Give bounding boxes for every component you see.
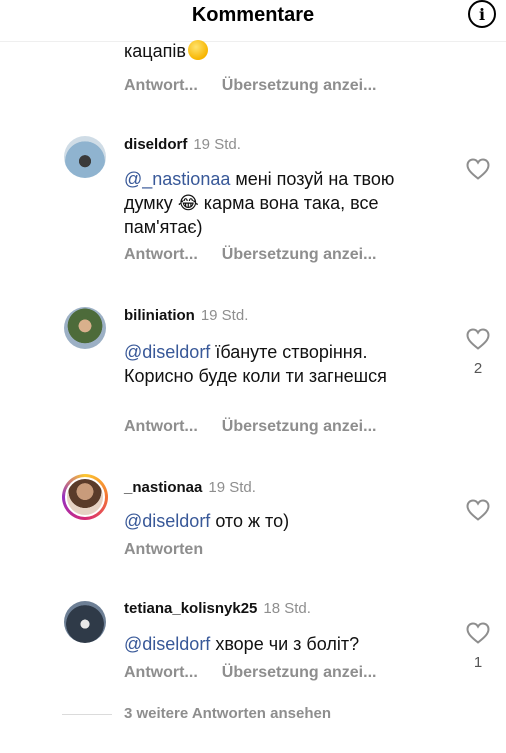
comment-text: @diseldorf хворе чи з болiт? bbox=[124, 632, 424, 656]
like-count: 2 bbox=[473, 360, 483, 377]
timestamp: 19 Std. bbox=[208, 479, 256, 496]
heart-icon[interactable] bbox=[466, 328, 490, 350]
comment-actions: Antwort... Übersetzung anzei... bbox=[124, 246, 400, 264]
mention-link[interactable]: @diseldorf bbox=[124, 634, 210, 654]
translate-button[interactable]: Übersetzung anzei... bbox=[222, 77, 377, 94]
info-icon[interactable]: i bbox=[468, 0, 496, 28]
avatar[interactable] bbox=[64, 601, 106, 643]
comment-text: @diseldorf їбануте створіння. Корисно бу… bbox=[124, 340, 424, 388]
heart-icon[interactable] bbox=[466, 158, 490, 180]
comment-body: ото ж то) bbox=[210, 511, 290, 531]
translate-button[interactable]: Übersetzung anzei... bbox=[222, 418, 377, 435]
timestamp: 19 Std. bbox=[193, 136, 241, 153]
divider bbox=[62, 714, 112, 715]
mention-link[interactable]: @diseldorf bbox=[124, 511, 210, 531]
heart-icon[interactable] bbox=[466, 499, 490, 521]
comment-actions: Antworten bbox=[124, 541, 227, 559]
comment-meta: biliniation 19 Std. bbox=[124, 307, 248, 324]
translate-button[interactable]: Übersetzung anzei... bbox=[222, 664, 377, 681]
mention-link[interactable]: @diseldorf bbox=[124, 342, 210, 362]
timestamp: 19 Std. bbox=[200, 307, 249, 324]
comment-meta: tetiana_kolisnyk25 18 Std. bbox=[124, 600, 311, 617]
comment-actions: Antwort... Übersetzung anzei... bbox=[124, 418, 400, 436]
comment-actions: Antwort... Übersetzung anzei... bbox=[124, 664, 400, 682]
divider bbox=[0, 41, 506, 42]
reply-button[interactable]: Antwort... bbox=[124, 246, 198, 263]
comment-text-end: кацапів bbox=[124, 41, 186, 61]
winking-face-icon bbox=[187, 40, 208, 60]
like-count: 1 bbox=[473, 654, 483, 671]
reply-button[interactable]: Antworten bbox=[124, 541, 203, 558]
comment-text-partial: кацапів bbox=[124, 40, 208, 62]
username[interactable]: biliniation bbox=[124, 307, 195, 324]
mention-link[interactable]: @_nastionaa bbox=[124, 169, 230, 189]
comment-text: @_nastionaa мені позуй на твою думку 😂 к… bbox=[124, 167, 424, 239]
comment-meta: diseldorf 19 Std. bbox=[124, 136, 241, 153]
reply-button[interactable]: Antwort... bbox=[124, 418, 198, 435]
avatar[interactable] bbox=[64, 307, 106, 349]
reply-button[interactable]: Antwort... bbox=[124, 664, 198, 681]
comment-meta: _nastionaa 19 Std. bbox=[124, 479, 256, 496]
heart-icon[interactable] bbox=[466, 622, 490, 644]
avatar[interactable] bbox=[64, 136, 106, 178]
translate-button[interactable]: Übersetzung anzei... bbox=[222, 246, 377, 263]
username[interactable]: tetiana_kolisnyk25 bbox=[124, 600, 257, 617]
comment-text: @diseldorf ото ж то) bbox=[124, 509, 424, 533]
page-title: Kommentare bbox=[191, 4, 315, 26]
avatar-story-ring[interactable] bbox=[62, 474, 108, 520]
username[interactable]: diseldorf bbox=[124, 136, 187, 153]
username[interactable]: _nastionaa bbox=[124, 479, 202, 496]
comment-actions: Antwort... Übersetzung anzei... bbox=[124, 77, 400, 95]
avatar bbox=[65, 477, 105, 517]
view-more-replies-button[interactable]: 3 weitere Antworten ansehen bbox=[124, 705, 331, 722]
reply-button[interactable]: Antwort... bbox=[124, 77, 198, 94]
timestamp: 18 Std. bbox=[263, 600, 311, 617]
header: Kommentare i bbox=[0, 0, 506, 40]
comment-body: хворе чи з болiт? bbox=[210, 634, 360, 654]
